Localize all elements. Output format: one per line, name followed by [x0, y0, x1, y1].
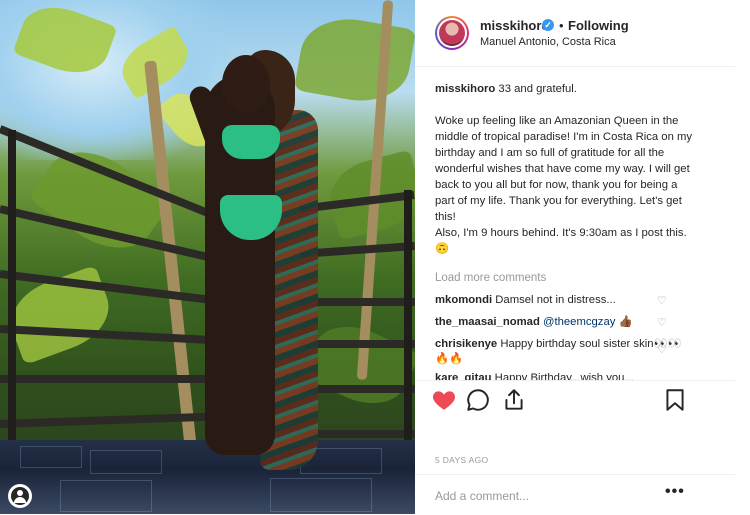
- location-link[interactable]: Manuel Antonio, Costa Rica: [480, 36, 616, 48]
- small-heart-icon[interactable]: ♡: [657, 316, 667, 329]
- avatar-image: [439, 20, 465, 46]
- verified-badge-icon: ✓: [542, 19, 554, 31]
- comment-username[interactable]: the_maasai_nomad: [435, 316, 540, 328]
- caption-username[interactable]: misskihoro: [435, 83, 495, 95]
- post-photo[interactable]: [0, 0, 415, 514]
- comment-item: mkomondi Damsel not in distress...: [435, 293, 695, 308]
- floor-tile: [60, 480, 152, 512]
- railing-bar: [0, 411, 230, 428]
- add-comment-bar: •••: [415, 474, 735, 515]
- person-head: [222, 55, 270, 113]
- post-header: misskihoro ✓ • Following Manuel Antonio,…: [415, 0, 735, 67]
- comment-item: the_maasai_nomad @theemcgzay 👍🏾: [435, 315, 695, 330]
- add-comment-input[interactable]: [435, 489, 635, 503]
- floor-tile: [20, 446, 82, 468]
- leaf: [293, 11, 415, 109]
- small-heart-icon[interactable]: ♡: [657, 343, 667, 356]
- comment-text: 👍🏾: [615, 316, 633, 328]
- post-details-panel: misskihoro ✓ • Following Manuel Antonio,…: [415, 0, 750, 514]
- username-link[interactable]: misskihoro: [480, 18, 549, 33]
- following-button[interactable]: Following: [568, 18, 629, 33]
- bookmark-icon[interactable]: [662, 387, 688, 413]
- caption-paragraph-3: Also, I'm 9 hours behind. It's 9:30am as…: [435, 227, 687, 255]
- action-bar: [415, 380, 735, 417]
- comment-username[interactable]: chrisikenye: [435, 338, 497, 350]
- comment-mention-link[interactable]: @theemcgzay: [543, 316, 615, 328]
- small-heart-icon[interactable]: ♡: [657, 294, 667, 307]
- share-icon[interactable]: [501, 387, 527, 413]
- heart-icon[interactable]: [431, 387, 457, 413]
- comment-username[interactable]: kare_gitau: [435, 372, 492, 380]
- comment-item: kare_gitau Happy Birthday...wish you...: [435, 371, 695, 380]
- railing-post: [8, 130, 16, 490]
- comment-icon[interactable]: [465, 387, 491, 413]
- floor-tile: [270, 478, 372, 512]
- caption-paragraph-2: Woke up feeling like an Amazonian Queen …: [435, 115, 693, 223]
- swimsuit-top: [222, 125, 280, 159]
- comment-text: Damsel not in distress...: [495, 294, 616, 306]
- load-more-comments-button[interactable]: Load more comments: [435, 272, 546, 284]
- comment-text: Happy Birthday...wish you...: [494, 372, 634, 380]
- railing-bar: [0, 375, 230, 383]
- separator-dot: •: [559, 18, 564, 33]
- caption-line-1: 33 and grateful.: [498, 83, 577, 95]
- post-date: 5 DAYS AGO: [435, 455, 489, 465]
- comment-username[interactable]: mkomondi: [435, 294, 492, 306]
- comment-item: chrisikenye Happy birthday soul sister s…: [435, 337, 695, 367]
- floor-tile: [90, 450, 162, 474]
- tagged-user-icon[interactable]: [8, 484, 32, 508]
- more-options-button[interactable]: •••: [665, 483, 685, 501]
- tiled-floor: [0, 440, 415, 514]
- avatar[interactable]: [435, 16, 469, 50]
- post-caption: misskihoro 33 and grateful. Woke up feel…: [435, 81, 697, 257]
